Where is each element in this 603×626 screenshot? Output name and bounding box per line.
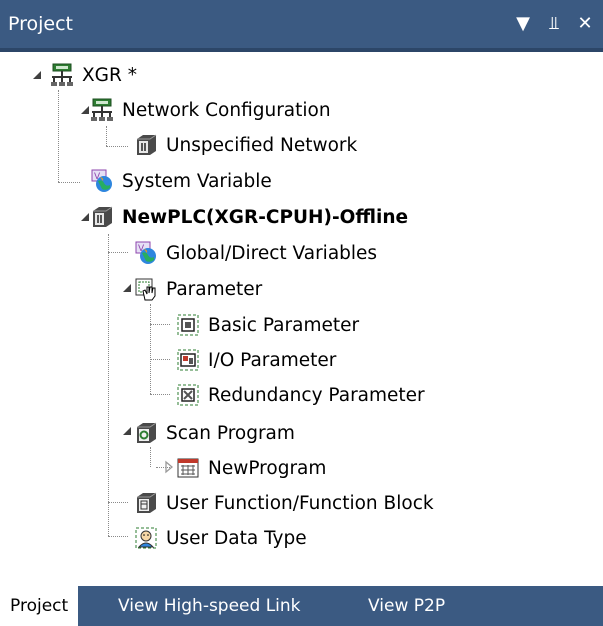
tree-item-label: NewProgram [208, 457, 327, 479]
tree-item-label: Basic Parameter [208, 314, 360, 336]
tree-connector [150, 324, 170, 325]
hand-parameter-icon [135, 278, 156, 301]
network-icon [91, 98, 113, 121]
tree-item-parameter[interactable]: Parameter [134, 274, 262, 304]
expand-triangle-icon[interactable] [162, 460, 176, 474]
tree-item-unspecified-network[interactable]: Unspecified Network [134, 130, 357, 160]
tree-connector [108, 502, 128, 503]
tree-item-system-variable[interactable]: V System Variable [90, 166, 272, 196]
tree-item-scan-program[interactable]: Scan Program [134, 418, 295, 448]
parameter-icon [177, 349, 199, 371]
tree-connector [58, 90, 59, 182]
tree-item-label: NewPLC(XGR-CPUH)-Offline [122, 206, 409, 228]
tree-item-basic-parameter[interactable]: Basic Parameter [176, 310, 359, 340]
tree-item-user-data-type[interactable]: User Data Type [134, 523, 307, 553]
tree-item-global-direct-variables[interactable]: V Global/Direct Variables [134, 238, 377, 268]
pin-icon[interactable]: ⫫ [541, 11, 567, 37]
plc-module-icon [137, 134, 157, 155]
tree-item-label: XGR * [82, 64, 137, 86]
dropdown-arrow-icon[interactable]: ▼ [510, 11, 536, 37]
globe-variable-icon: V [91, 169, 112, 192]
tree-item-newplc[interactable]: NewPLC(XGR-CPUH)-Offline [90, 202, 408, 232]
tab-view-p2p[interactable]: View P2P [358, 586, 455, 626]
collapse-triangle-icon[interactable] [30, 68, 44, 82]
tree-connector [108, 536, 128, 537]
collapse-triangle-icon[interactable] [120, 281, 134, 295]
tree-item-label: Parameter [166, 278, 263, 300]
tree-connector [108, 234, 109, 536]
project-panel-titlebar: Project ▼ ⫫ ✕ [0, 0, 603, 52]
user-data-type-icon [135, 527, 157, 549]
collapse-triangle-icon[interactable] [120, 424, 134, 438]
panel-title: Project [8, 13, 74, 35]
close-icon[interactable]: ✕ [572, 11, 598, 37]
plc-module-icon [93, 206, 113, 227]
project-tree: XGR * Network Configuration Unspecified … [0, 52, 603, 562]
network-icon [51, 63, 73, 86]
tree-connector [106, 126, 107, 146]
tree-item-io-parameter[interactable]: I/O Parameter [176, 345, 336, 375]
tree-item-xgr[interactable]: XGR * [50, 60, 137, 90]
tab-view-high-speed-link[interactable]: View High-speed Link [108, 586, 311, 626]
globe-variable-icon: V [135, 241, 156, 264]
function-block-icon [137, 492, 157, 513]
tree-item-redundancy-parameter[interactable]: Redundancy Parameter [176, 380, 425, 410]
tree-item-newprogram[interactable]: NewProgram [176, 453, 326, 483]
tree-item-user-function-block[interactable]: User Function/Function Block [134, 488, 434, 518]
tree-connector [150, 394, 170, 395]
tree-item-label: System Variable [122, 170, 272, 192]
tree-connector [106, 146, 128, 147]
tree-connector [58, 182, 80, 183]
parameter-icon [177, 314, 199, 336]
tree-item-label: Scan Program [166, 422, 295, 444]
tree-connector [150, 359, 170, 360]
panel-tab-strip: Project View High-speed Link View P2P [0, 586, 603, 626]
tree-item-label: Redundancy Parameter [208, 384, 425, 406]
tree-connector [150, 304, 151, 394]
ladder-program-icon [177, 458, 199, 478]
tree-item-label: User Data Type [166, 527, 307, 549]
tree-connector [108, 252, 128, 253]
tree-item-label: Global/Direct Variables [166, 242, 378, 264]
scan-program-icon [137, 422, 157, 443]
tree-item-label: I/O Parameter [208, 349, 337, 371]
tab-project[interactable]: Project [0, 586, 79, 626]
tree-item-label: Unspecified Network [166, 134, 358, 156]
parameter-icon [177, 384, 199, 406]
tree-item-label: User Function/Function Block [166, 492, 434, 514]
tree-item-label: Network Configuration [122, 99, 331, 121]
tree-connector [150, 447, 151, 467]
tree-item-network-configuration[interactable]: Network Configuration [90, 95, 331, 125]
